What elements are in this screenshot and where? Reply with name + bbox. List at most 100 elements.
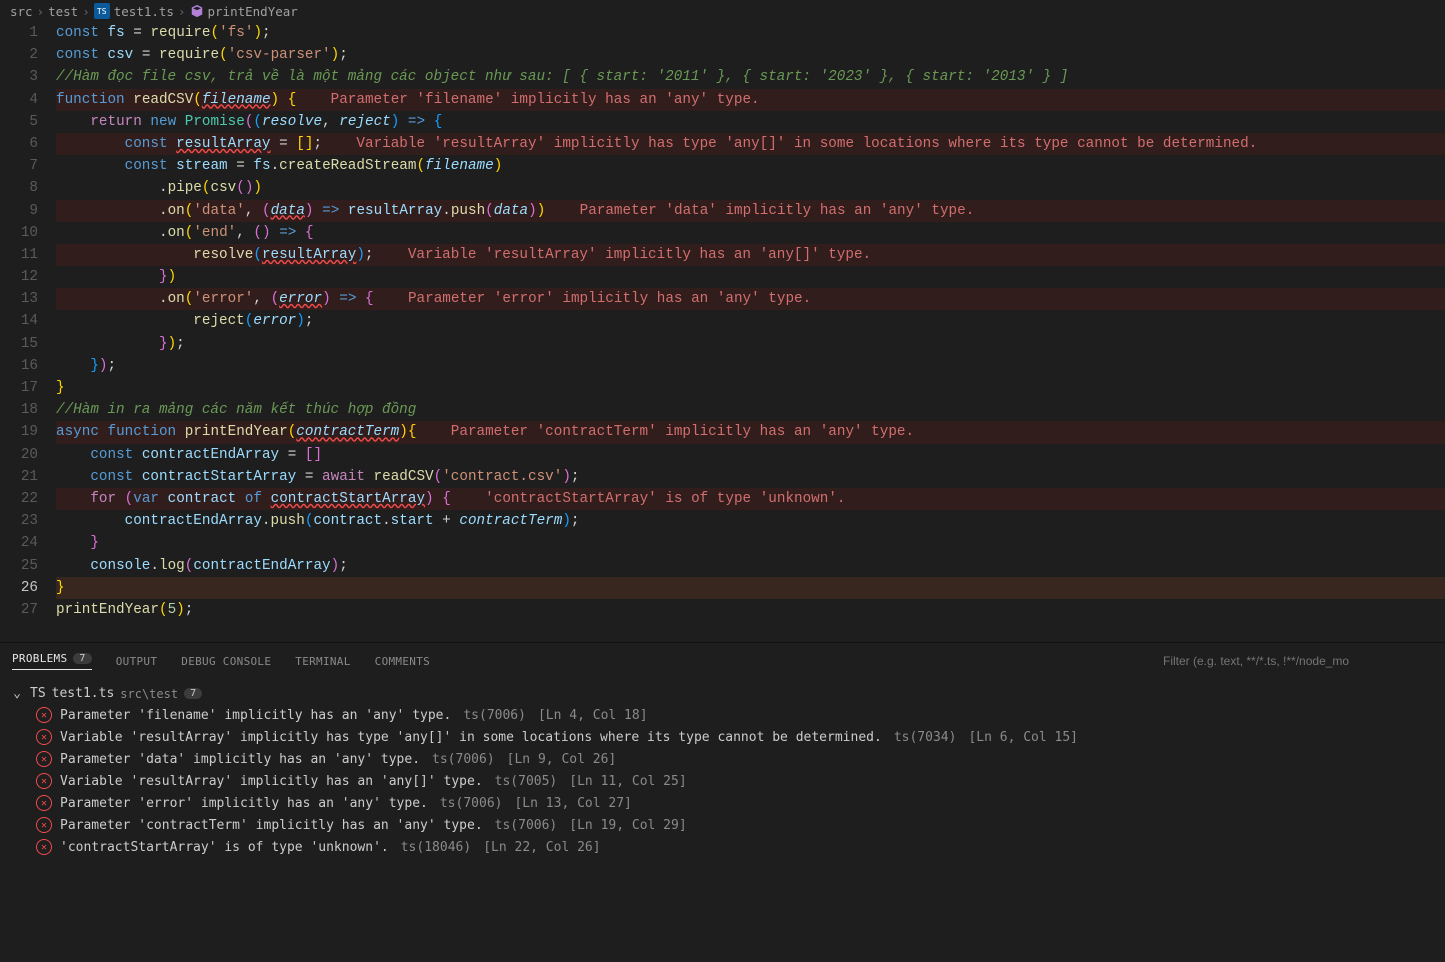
line-number: 19 (0, 421, 38, 443)
problem-item[interactable]: ✕ Parameter 'filename' implicitly has an … (8, 704, 1437, 726)
problem-item[interactable]: ✕Parameter 'error' implicitly has an 'an… (8, 792, 1437, 814)
problem-item[interactable]: ✕Parameter 'data' implicitly has an 'any… (8, 748, 1437, 770)
problems-list[interactable]: ⌄ TS test1.ts src\test 7 ✕ Parameter 'fil… (0, 679, 1445, 962)
code-line[interactable]: printEndYear(5); (56, 599, 1445, 621)
code-line[interactable]: .on('error', (error) => { Parameter 'err… (56, 288, 1445, 310)
line-number: 18 (0, 399, 38, 421)
tab-label: PROBLEMS (12, 652, 67, 665)
line-number: 6 (0, 133, 38, 155)
code-area[interactable]: const fs = require('fs');const csv = req… (56, 22, 1445, 642)
problems-filter-input[interactable] (1163, 654, 1433, 668)
code-line[interactable]: }); (56, 355, 1445, 377)
error-icon: ✕ (36, 707, 52, 723)
problem-message: Parameter 'error' implicitly has an 'any… (60, 796, 428, 811)
code-line[interactable]: resolve(resultArray); Variable 'resultAr… (56, 244, 1445, 266)
problem-location: [Ln 9, Col 26] (507, 752, 617, 767)
code-line[interactable]: }); (56, 333, 1445, 355)
problem-item[interactable]: ✕Variable 'resultArray' implicitly has t… (8, 726, 1437, 748)
problem-code: ts(7006) (432, 752, 495, 767)
code-line[interactable]: contractEndArray.push(contract.start + c… (56, 510, 1445, 532)
breadcrumb-item[interactable]: src (10, 4, 33, 19)
code-line[interactable]: for (var contract of contractStartArray)… (56, 488, 1445, 510)
line-number: 15 (0, 333, 38, 355)
code-line[interactable]: async function printEndYear(contractTerm… (56, 421, 1445, 443)
line-number: 25 (0, 555, 38, 577)
panel-tab-problems[interactable]: PROBLEMS 7 (12, 652, 92, 670)
line-number: 22 (0, 488, 38, 510)
tab-label: OUTPUT (116, 655, 158, 668)
problem-code: ts(7034) (894, 730, 957, 745)
problem-code: ts(7005) (495, 774, 558, 789)
line-number: 4 (0, 89, 38, 111)
problem-message: 'contractStartArray' is of type 'unknown… (60, 840, 389, 855)
code-line[interactable]: const contractStartArray = await readCSV… (56, 466, 1445, 488)
line-number: 12 (0, 266, 38, 288)
code-editor[interactable]: 1234567891011121314151617181920212223242… (0, 22, 1445, 642)
panel-tab-comments[interactable]: COMMENTS (375, 655, 430, 668)
breadcrumb: src › test › TS test1.ts › printEndYear (0, 0, 1445, 22)
code-line[interactable]: const fs = require('fs'); (56, 22, 1445, 44)
tab-label: TERMINAL (295, 655, 350, 668)
problem-location: [Ln 19, Col 29] (569, 818, 686, 833)
code-line[interactable]: .on('data', (data) => resultArray.push(d… (56, 200, 1445, 222)
error-icon: ✕ (36, 817, 52, 833)
problem-item[interactable]: ✕ Parameter 'contractTerm' implicitly has… (8, 814, 1437, 836)
bottom-panel: PROBLEMS 7 OUTPUT DEBUG CONSOLE TERMINAL COMM… (0, 642, 1445, 962)
problems-file-count: 7 (184, 688, 202, 699)
code-line[interactable]: //Hàm đọc file csv, trả về là một mảng c… (56, 66, 1445, 88)
breadcrumb-item[interactable]: test (48, 4, 78, 19)
chevron-right-icon: › (178, 4, 186, 19)
panel-tab-debug-console[interactable]: DEBUG CONSOLE (181, 655, 271, 668)
code-line[interactable]: }) (56, 266, 1445, 288)
problem-location: [Ln 13, Col 27] (514, 796, 631, 811)
line-number: 14 (0, 310, 38, 332)
code-line[interactable]: reject(error); (56, 310, 1445, 332)
panel-tab-output[interactable]: OUTPUT (116, 655, 158, 668)
problem-location: [Ln 22, Col 26] (483, 840, 600, 855)
problem-item[interactable]: ✕'contractStartArray' is of type 'unknow… (8, 836, 1437, 858)
tab-label: DEBUG CONSOLE (181, 655, 271, 668)
code-line[interactable]: return new Promise((resolve, reject) => … (56, 111, 1445, 133)
typescript-file-icon: TS (30, 686, 46, 701)
code-line[interactable]: } (56, 377, 1445, 399)
code-line[interactable]: .on('end', () => { (56, 222, 1445, 244)
problem-message: Parameter 'filename' implicitly has an '… (60, 708, 451, 723)
problems-file-header[interactable]: ⌄ TS test1.ts src\test 7 (8, 683, 1437, 704)
problems-file-path: src\test (120, 687, 178, 701)
chevron-right-icon: › (37, 4, 45, 19)
problem-code: ts(18046) (401, 840, 471, 855)
line-number: 27 (0, 599, 38, 621)
line-number: 11 (0, 244, 38, 266)
typescript-file-icon: TS (94, 3, 110, 19)
breadcrumb-item[interactable]: test1.ts (114, 4, 174, 19)
breadcrumb-item[interactable]: printEndYear (208, 4, 298, 19)
code-line[interactable]: const stream = fs.createReadStream(filen… (56, 155, 1445, 177)
code-line[interactable]: //Hàm in ra mảng các năm kết thúc hợp đồ… (56, 399, 1445, 421)
problems-file-name: test1.ts (52, 686, 115, 701)
code-line[interactable]: function readCSV(filename) { Parameter '… (56, 89, 1445, 111)
line-number: 8 (0, 177, 38, 199)
line-number: 24 (0, 532, 38, 554)
code-line[interactable]: } (56, 577, 1445, 599)
code-line[interactable]: const csv = require('csv-parser'); (56, 44, 1445, 66)
code-line[interactable]: console.log(contractEndArray); (56, 555, 1445, 577)
code-line[interactable]: const contractEndArray = [] (56, 444, 1445, 466)
problem-item[interactable]: ✕Variable 'resultArray' implicitly has a… (8, 770, 1437, 792)
tab-badge: 7 (73, 653, 91, 664)
code-line[interactable]: .pipe(csv()) (56, 177, 1445, 199)
chevron-right-icon: › (82, 4, 90, 19)
line-number: 10 (0, 222, 38, 244)
code-line[interactable]: } (56, 532, 1445, 554)
panel-tab-terminal[interactable]: TERMINAL (295, 655, 350, 668)
line-number: 17 (0, 377, 38, 399)
problem-code: ts(7006) (495, 818, 558, 833)
line-number: 3 (0, 66, 38, 88)
line-number: 1 (0, 22, 38, 44)
symbol-function-icon (190, 4, 204, 18)
problem-message: Parameter 'contractTerm' implicitly has … (60, 818, 483, 833)
chevron-down-icon: ⌄ (10, 686, 24, 701)
problem-message: Variable 'resultArray' implicitly has an… (60, 774, 483, 789)
problem-location: [Ln 11, Col 25] (569, 774, 686, 789)
problem-location: [Ln 6, Col 15] (968, 730, 1078, 745)
code-line[interactable]: const resultArray = []; Variable 'result… (56, 133, 1445, 155)
